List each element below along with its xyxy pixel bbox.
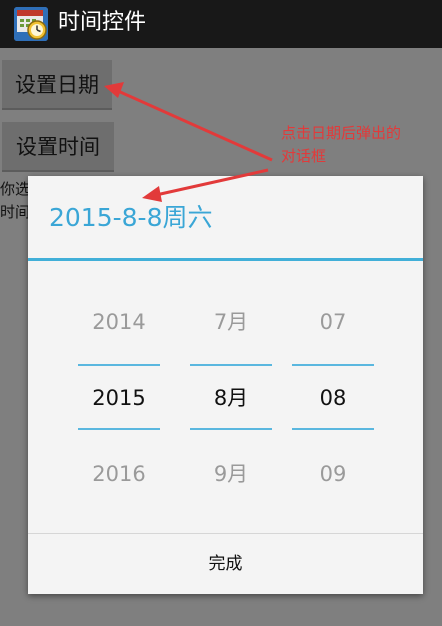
action-bar: 时间控件 bbox=[0, 0, 442, 48]
annotation-line-2: 对话框 bbox=[281, 147, 327, 165]
set-date-button[interactable]: 设置日期 bbox=[2, 60, 112, 110]
month-next-option[interactable]: 9月 bbox=[190, 460, 272, 488]
day-selection-line-top bbox=[292, 364, 374, 366]
day-picker[interactable]: 07 08 09 bbox=[292, 294, 374, 494]
date-picker-dialog: 2015-8-8周六 2014 2015 2016 7月 8月 9月 07 08… bbox=[28, 176, 423, 594]
app-title: 时间控件 bbox=[58, 10, 147, 35]
done-button[interactable]: 完成 bbox=[28, 534, 423, 594]
set-time-button[interactable]: 设置时间 bbox=[2, 122, 114, 172]
selected-value-text-line1: 你选 bbox=[0, 180, 31, 198]
month-selection-line-bottom bbox=[190, 428, 272, 430]
dialog-title-divider bbox=[28, 258, 423, 261]
screen: 时间控件 设置日期 设置时间 你选 时间 点击日期后弹出的 对话框 2015-8… bbox=[0, 0, 442, 626]
year-prev-option[interactable]: 2014 bbox=[78, 308, 160, 336]
annotation-line-1: 点击日期后弹出的 bbox=[281, 124, 402, 142]
day-prev-option[interactable]: 07 bbox=[292, 308, 374, 336]
month-current-option[interactable]: 8月 bbox=[190, 384, 272, 412]
month-selection-line-top bbox=[190, 364, 272, 366]
year-picker[interactable]: 2014 2015 2016 bbox=[78, 294, 160, 494]
month-prev-option[interactable]: 7月 bbox=[190, 308, 272, 336]
year-selection-line-top bbox=[78, 364, 160, 366]
day-selection-line-bottom bbox=[292, 428, 374, 430]
day-current-option[interactable]: 08 bbox=[292, 384, 374, 412]
year-next-option[interactable]: 2016 bbox=[78, 460, 160, 488]
year-current-option[interactable]: 2015 bbox=[78, 384, 160, 412]
selected-value-text-line2: 时间 bbox=[0, 203, 31, 221]
annotation-label: 点击日期后弹出的 对话框 bbox=[281, 122, 401, 168]
year-selection-line-bottom bbox=[78, 428, 160, 430]
day-next-option[interactable]: 09 bbox=[292, 460, 374, 488]
dialog-title: 2015-8-8周六 bbox=[49, 203, 213, 232]
month-picker[interactable]: 7月 8月 9月 bbox=[190, 294, 272, 494]
app-clock-calendar-icon bbox=[14, 7, 48, 41]
